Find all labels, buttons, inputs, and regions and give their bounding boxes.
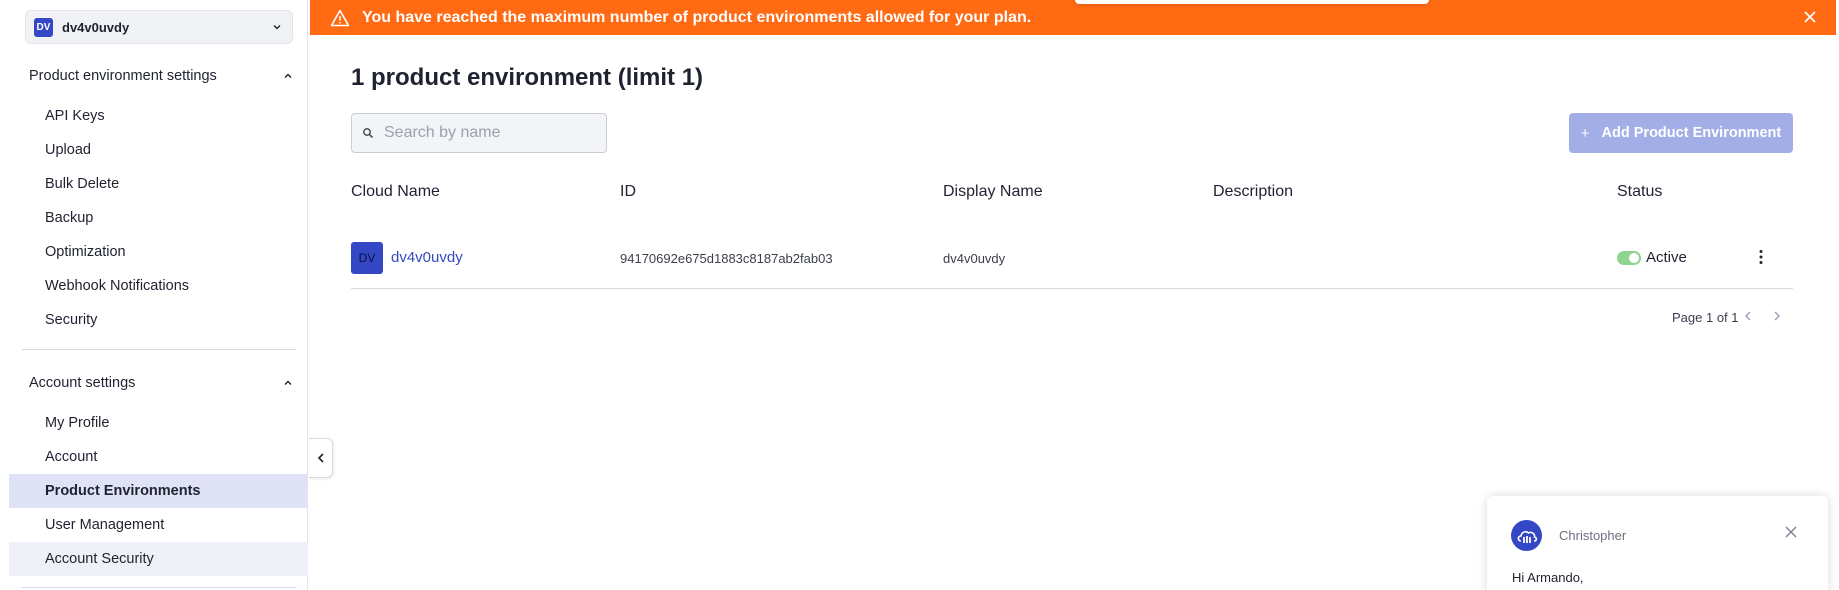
plan-limit-banner: You have reached the maximum number of p… (310, 0, 1836, 35)
chat-message: Hi Armando, (1512, 570, 1584, 585)
more-options-icon[interactable] (1755, 248, 1767, 266)
chevron-up-icon (284, 380, 292, 385)
column-header-status: Status (1617, 183, 1663, 200)
sidebar-divider (22, 349, 296, 350)
search-box[interactable] (351, 113, 607, 153)
environment-avatar: DV (351, 242, 383, 274)
cloud-logo-icon (1517, 530, 1537, 543)
sidebar-item-label: Optimization (45, 244, 126, 260)
column-header-cloud-name: Cloud Name (351, 183, 440, 200)
section-title: Account settings (29, 375, 136, 391)
plus-icon: + (1580, 124, 1590, 142)
chevron-up-icon (284, 73, 292, 78)
sidebar-item-label: Account (45, 449, 98, 465)
sidebar-item-label: User Management (45, 517, 165, 533)
sidebar-item-user-management[interactable]: User Management (9, 508, 308, 542)
sidebar-item-my-profile[interactable]: My Profile (9, 406, 308, 440)
chevron-left-icon[interactable] (1742, 309, 1754, 323)
chevron-left-icon (317, 453, 324, 463)
warning-icon (330, 9, 350, 26)
status-toggle[interactable] (1617, 251, 1641, 265)
page-title: 1 product environment (limit 1) (351, 64, 704, 91)
environment-id: 94170692e675d1883c8187ab2fab03 (620, 251, 833, 266)
environment-badge: DV (34, 17, 53, 37)
banner-message: You have reached the maximum number of p… (362, 8, 1032, 26)
section-title: Product environment settings (29, 68, 217, 84)
account-settings-header[interactable]: Account settings (29, 375, 293, 391)
pagination-label: Page 1 of 1 (1672, 310, 1739, 325)
chevron-right-icon[interactable] (1771, 309, 1783, 323)
sidebar-item-label: Security (45, 312, 98, 328)
environment-name: dv4v0uvdy (62, 19, 130, 35)
search-icon (363, 128, 374, 139)
close-icon[interactable] (1784, 525, 1798, 539)
environment-selector[interactable]: DV dv4v0uvdy (25, 10, 293, 44)
status-label: Active (1646, 249, 1687, 266)
column-header-id: ID (620, 183, 636, 200)
sidebar-item-upload[interactable]: Upload (9, 133, 308, 167)
sidebar-item-label: Backup (45, 210, 94, 226)
collapse-sidebar-button[interactable] (309, 438, 333, 478)
sidebar-item-product-environments[interactable]: Product Environments (9, 474, 308, 508)
sidebar-item-security[interactable]: Security (9, 303, 308, 337)
agent-avatar (1511, 520, 1542, 551)
sidebar-item-label: API Keys (45, 108, 105, 124)
agent-name: Christopher (1559, 528, 1627, 543)
sidebar-item-account[interactable]: Account (9, 440, 308, 474)
add-button-label: Add Product Environment (1601, 125, 1782, 141)
sidebar-item-api-keys[interactable]: API Keys (9, 99, 308, 133)
column-header-display-name: Display Name (943, 183, 1043, 200)
sidebar-item-backup[interactable]: Backup (9, 201, 308, 235)
sidebar-item-label: My Profile (45, 415, 110, 431)
column-header-description: Description (1213, 183, 1294, 200)
sidebar-item-label: Bulk Delete (45, 176, 120, 192)
chevron-down-icon (273, 25, 281, 30)
sidebar-item-account-security[interactable]: Account Security (9, 542, 308, 576)
top-popover-edge (1075, 0, 1429, 4)
chat-widget: Christopher Hi Armando, (1487, 496, 1828, 590)
table-row: DV dv4v0uvdy 94170692e675d1883c8187ab2fa… (351, 239, 1793, 289)
sidebar-divider (22, 587, 296, 588)
sidebar-item-webhook-notifications[interactable]: Webhook Notifications (9, 269, 308, 303)
sidebar: DV dv4v0uvdy Product environment setting… (0, 0, 308, 590)
display-name: dv4v0uvdy (943, 251, 1006, 266)
close-icon[interactable] (1802, 9, 1818, 25)
search-input[interactable] (384, 124, 594, 142)
sidebar-item-bulk-delete[interactable]: Bulk Delete (9, 167, 308, 201)
product-environment-settings-header[interactable]: Product environment settings (29, 68, 293, 84)
sidebar-item-label: Upload (45, 142, 91, 158)
sidebar-item-label: Product Environments (45, 483, 201, 499)
sidebar-item-label: Account Security (45, 551, 154, 567)
add-product-environment-button[interactable]: + Add Product Environment (1569, 113, 1793, 153)
sidebar-item-label: Webhook Notifications (45, 278, 190, 294)
cloud-name-link[interactable]: dv4v0uvdy (391, 249, 463, 266)
sidebar-item-optimization[interactable]: Optimization (9, 235, 308, 269)
